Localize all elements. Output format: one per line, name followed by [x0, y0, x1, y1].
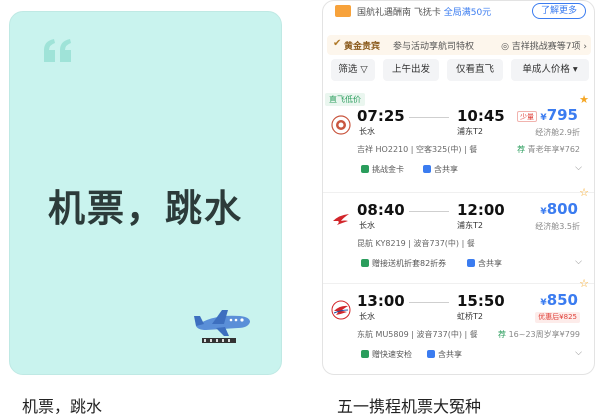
departure-airport: 长水: [359, 221, 375, 230]
departure-time: 07:25: [357, 107, 405, 125]
flight-meta: 吉祥 HO2210 | 空客325(中) | 餐: [357, 145, 478, 154]
promo-text: 国航礼遇酬南 飞抚卡 全局满50元: [357, 8, 492, 18]
juneyao-logo-icon: [331, 115, 351, 135]
vip-label: 黄金贵宾: [344, 42, 381, 52]
departure-airport: 长水: [359, 312, 375, 321]
kunming-airlines-logo-icon: [333, 214, 349, 225]
flight-meta: 昆航 KY8219 | 波音737(中) | 餐: [357, 239, 475, 248]
promo-price-tag: 优惠后¥825: [535, 312, 580, 323]
chevron-down-icon[interactable]: ⌵: [575, 348, 582, 358]
star-outline-icon[interactable]: ☆: [579, 186, 589, 199]
departure-time: 08:40: [357, 201, 405, 219]
flight-row[interactable]: 08:40 12:00 长水 浦东T2 ¥800 经济舱3.5折 昆航 KY82…: [323, 192, 594, 284]
senior-price: 荐 青老年享¥762: [517, 145, 580, 154]
promo-strip: 国航礼遇酬南 飞抚卡 全局满50元 了解更多: [323, 1, 594, 25]
vip-right-link[interactable]: ◎ 吉祥挑战赛等7项 ›: [501, 39, 587, 52]
check-icon: ✔: [333, 38, 342, 49]
filter-price-dropdown[interactable]: 单成人价格 ▾: [511, 59, 589, 81]
share-tag: 含共享: [467, 257, 502, 271]
filter-direct-button[interactable]: 仅看直飞: [447, 59, 503, 81]
airplane-icon: [194, 310, 250, 343]
benefit-tag: 赠快速安检: [361, 348, 412, 362]
flight-price: ¥800: [540, 200, 578, 218]
quote-icon: [44, 39, 71, 62]
cabin-discount: 经济舱3.5折: [535, 222, 580, 231]
filter-row: 筛选 ▽ 上午出发 仅看直飞 单成人价格 ▾: [331, 59, 593, 81]
arrival-airport: 虹桥T2: [457, 312, 483, 321]
flight-row[interactable]: 07:25 10:45 长水 浦东T2 少量 ¥795 经济舱2.9折 吉祥 H…: [323, 99, 594, 191]
vip-desc: 参与活动享航司特权: [393, 42, 475, 52]
arrival-time: 10:45: [457, 107, 505, 125]
cover-card-left[interactable]: 机票，跳水: [9, 11, 282, 375]
share-tag: 含共享: [427, 348, 462, 362]
arrival-time: 15:50: [457, 292, 505, 310]
flight-price: ¥795: [540, 106, 578, 124]
youth-price: 荐 16~23周岁享¥799: [498, 330, 580, 339]
low-stock-tag: 少量: [517, 111, 537, 122]
chevron-down-icon[interactable]: ⌵: [575, 257, 582, 267]
cabin-discount: 经济舱2.9折: [535, 128, 580, 137]
departure-time: 13:00: [357, 292, 405, 310]
cover-title: 机票，跳水: [48, 187, 243, 230]
flight-meta: 东航 MU5809 | 波音737(中) | 餐: [357, 330, 478, 339]
filter-morning-button[interactable]: 上午出发: [383, 59, 439, 81]
cover-card-right[interactable]: 国航礼遇酬南 飞抚卡 全局满50元 了解更多 ✔ 黄金贵宾 参与活动享航司特权 …: [322, 0, 595, 375]
china-eastern-logo-icon: [331, 300, 351, 320]
vip-bar[interactable]: ✔ 黄金贵宾 参与活动享航司特权 ◎ 吉祥挑战赛等7项 ›: [327, 35, 591, 55]
star-outline-icon[interactable]: ☆: [579, 277, 589, 290]
post-caption-left[interactable]: 机票，跳水: [22, 393, 102, 417]
flight-row[interactable]: 13:00 15:50 长水 虹桥T2 ¥850 优惠后¥825 东航 MU58…: [323, 283, 594, 374]
departure-airport: 长水: [359, 127, 375, 136]
duration-line: [409, 211, 449, 212]
benefit-tag: 挑战金卡: [361, 163, 404, 177]
star-icon[interactable]: ★: [579, 93, 589, 106]
promo-more-button[interactable]: 了解更多: [531, 3, 586, 19]
post-caption-right[interactable]: 五一携程机票大冤种: [337, 393, 481, 417]
chevron-down-icon[interactable]: ⌵: [575, 163, 582, 173]
duration-line: [409, 302, 449, 303]
benefit-tag: 赠接送机折套82折券: [361, 257, 446, 271]
promo-badge-icon: [335, 5, 351, 17]
arrival-time: 12:00: [457, 201, 505, 219]
filter-button[interactable]: 筛选 ▽: [331, 59, 375, 81]
flight-price: ¥850: [540, 291, 578, 309]
arrival-airport: 浦东T2: [457, 127, 483, 136]
share-tag: 含共享: [423, 163, 458, 177]
arrival-airport: 浦东T2: [457, 221, 483, 230]
duration-line: [409, 117, 449, 118]
